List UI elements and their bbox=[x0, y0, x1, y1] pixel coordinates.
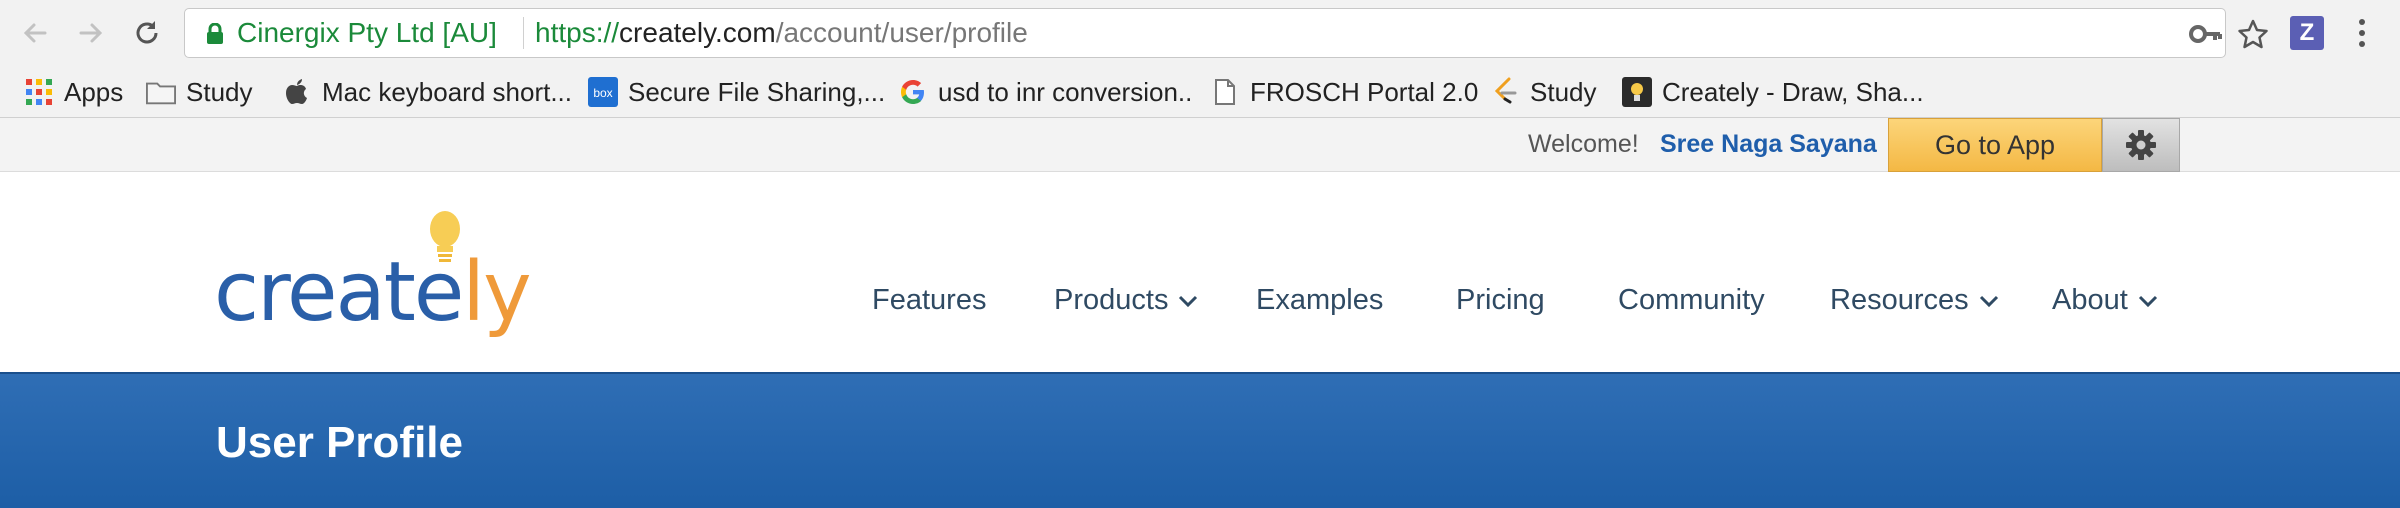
svg-text:box: box bbox=[593, 86, 612, 100]
page-title: User Profile bbox=[216, 418, 463, 467]
bookmark-label: Secure File Sharing,... bbox=[628, 76, 886, 107]
address-bar[interactable]: Cinergix Pty Ltd [AU] https://creately.c… bbox=[184, 8, 2268, 58]
user-name-link[interactable]: Sree Naga Sayana bbox=[1660, 130, 1877, 159]
nav-label: Resources bbox=[1830, 284, 1969, 316]
reload-button[interactable] bbox=[126, 12, 168, 54]
creately-logo[interactable]: creately bbox=[214, 202, 544, 352]
star-icon[interactable] bbox=[2237, 18, 2269, 50]
url-host: creately.com bbox=[619, 17, 776, 48]
url-scheme: https:// bbox=[535, 17, 620, 48]
url-text[interactable]: https://creately.com/account/user/profil… bbox=[535, 16, 1028, 50]
go-to-app-button[interactable]: Go to App bbox=[1888, 118, 2102, 172]
nav-resources[interactable]: Resources bbox=[1830, 284, 1999, 317]
logo-wordmark: creately bbox=[214, 245, 530, 340]
bookmark-label: Study bbox=[1530, 76, 1597, 107]
nav-products[interactable]: Products bbox=[1054, 284, 1198, 317]
bookmark-label: Creately - Draw, Sha... bbox=[1662, 76, 1924, 107]
bookmark-creately[interactable]: Creately - Draw, Sha... bbox=[1622, 66, 1924, 118]
bookmark-label: FROSCH Portal 2.0 bbox=[1250, 76, 1479, 107]
folder-icon bbox=[146, 77, 176, 107]
forward-button[interactable] bbox=[70, 12, 112, 54]
more-menu-icon[interactable] bbox=[2352, 16, 2372, 50]
bookmark-label: Mac keyboard short... bbox=[322, 76, 572, 107]
bookmark-apps[interactable]: Apps bbox=[24, 66, 123, 118]
chevron-down-icon bbox=[1979, 295, 1998, 307]
leetcode-icon bbox=[1490, 77, 1520, 107]
apple-icon bbox=[282, 77, 312, 107]
creately-icon bbox=[1622, 77, 1652, 107]
account-bar: Welcome! Sree Naga Sayana Go to App bbox=[0, 118, 2400, 172]
bookmarks-bar: Apps Study Mac keyboard short... box Sec… bbox=[0, 66, 2400, 118]
welcome-text: Welcome! bbox=[1528, 130, 1639, 158]
nav-label: Community bbox=[1618, 284, 1765, 316]
browser-toolbar: Cinergix Pty Ltd [AU] https://creately.c… bbox=[0, 0, 2400, 66]
url-path: /account/user/profile bbox=[775, 17, 1028, 48]
bookmark-frosch-portal[interactable]: FROSCH Portal 2.0 bbox=[1210, 66, 1478, 118]
apps-grid-icon bbox=[24, 77, 54, 107]
reload-icon bbox=[136, 21, 158, 44]
lock-icon bbox=[207, 23, 223, 44]
google-icon bbox=[898, 77, 928, 107]
nav-label: Features bbox=[872, 284, 987, 316]
nav-label: Pricing bbox=[1456, 284, 1545, 316]
chevron-down-icon bbox=[2138, 295, 2157, 307]
bookmark-usd-inr[interactable]: usd to inr conversion.. bbox=[898, 66, 1192, 118]
nav-label: Products bbox=[1054, 284, 1169, 316]
page-icon bbox=[1210, 77, 1240, 107]
bookmark-label: Apps bbox=[64, 76, 124, 107]
bookmark-secure-file-sharing[interactable]: box Secure File Sharing,... bbox=[588, 66, 885, 118]
site-header: creately Features Products Examples Pric… bbox=[0, 172, 2400, 372]
settings-button[interactable] bbox=[2102, 118, 2180, 172]
nav-community[interactable]: Community bbox=[1618, 284, 1765, 317]
bookmark-mac-keyboard[interactable]: Mac keyboard short... bbox=[282, 66, 572, 118]
chevron-down-icon bbox=[1179, 295, 1198, 307]
nav-features[interactable]: Features bbox=[872, 284, 986, 317]
gear-icon bbox=[2126, 130, 2156, 160]
bookmark-study-folder[interactable]: Study bbox=[146, 66, 253, 118]
nav-pricing[interactable]: Pricing bbox=[1456, 284, 1545, 317]
nav-about[interactable]: About bbox=[2052, 284, 2158, 317]
nav-label: Examples bbox=[1256, 284, 1384, 316]
bookmark-label: Study bbox=[186, 76, 253, 107]
site-identity[interactable]: Cinergix Pty Ltd [AU] bbox=[237, 16, 497, 50]
page-banner: User Profile bbox=[0, 372, 2400, 508]
arrow-right-icon bbox=[79, 23, 103, 43]
extension-icon[interactable]: Z bbox=[2290, 16, 2324, 50]
bookmark-label: usd to inr conversion.. bbox=[938, 76, 1193, 107]
url-separator bbox=[523, 17, 524, 49]
back-button[interactable] bbox=[14, 12, 56, 54]
arrow-left-icon bbox=[23, 23, 47, 43]
bookmark-study-leetcode[interactable]: Study bbox=[1490, 66, 1597, 118]
nav-label: About bbox=[2052, 284, 2128, 316]
nav-examples[interactable]: Examples bbox=[1256, 284, 1383, 317]
box-icon: box bbox=[588, 77, 618, 107]
key-icon[interactable] bbox=[2189, 22, 2223, 46]
